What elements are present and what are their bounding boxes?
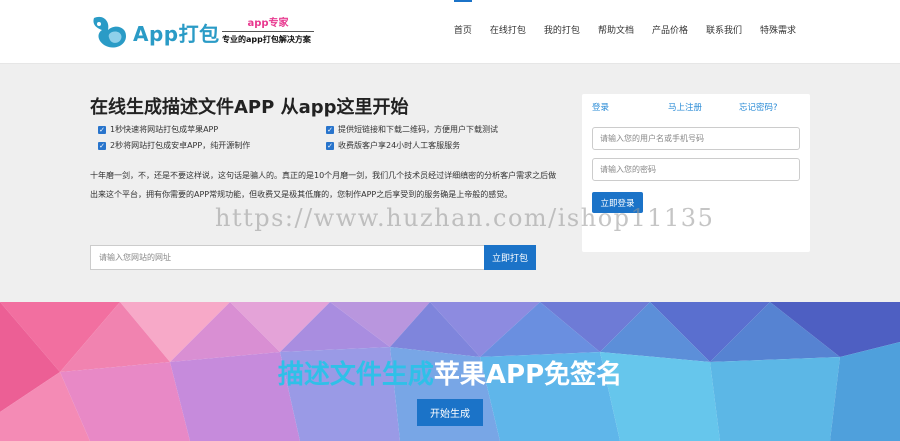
login-panel: 登录 马上注册 忘记密码? 立即登录 — [582, 94, 810, 252]
slogan-divider — [222, 31, 314, 32]
promo-banner: 描述文件生成苹果APP免签名 开始生成 — [0, 302, 900, 441]
nav-online-pack[interactable]: 在线打包 — [481, 0, 535, 63]
banner-title-rest: 苹果APP免签名 — [433, 360, 623, 390]
feature-item: ✓ 收费版客户享24小时人工客服服务 — [326, 140, 460, 151]
tab-register[interactable]: 马上注册 — [668, 101, 702, 113]
main-nav: 首页 在线打包 我的打包 帮助文档 产品价格 联系我们 特殊需求 — [445, 0, 805, 63]
feature-item: ✓ 提供短链接和下载二维码，方便用户下载测试 — [326, 124, 498, 135]
hero-description: 十年磨一剑，不，还是不要这样说，这句话是骗人的。真正的是10个月磨一剑，我们几个… — [90, 171, 557, 199]
checkbox-icon: ✓ — [326, 125, 334, 134]
feature-item: ✓ 2秒将网站打包成安卓APP，纯开源制作 — [98, 140, 250, 151]
nav-contact[interactable]: 联系我们 — [697, 0, 751, 63]
checkbox-icon: ✓ — [98, 125, 106, 134]
checkbox-icon: ✓ — [98, 141, 106, 150]
feature-text: 收费版客户享24小时人工客服服务 — [338, 141, 461, 150]
logo-text: App打包 — [133, 22, 220, 46]
nav-help-docs[interactable]: 帮助文档 — [589, 0, 643, 63]
feature-text: 2秒将网站打包成安卓APP，纯开源制作 — [110, 141, 251, 150]
pack-now-button[interactable]: 立即打包 — [484, 245, 536, 270]
tab-login[interactable]: 登录 — [592, 101, 609, 113]
checkbox-icon: ✓ — [326, 141, 334, 150]
logo-icon — [93, 16, 126, 48]
nav-pricing[interactable]: 产品价格 — [643, 0, 697, 63]
nav-my-packs[interactable]: 我的打包 — [535, 0, 589, 63]
site-header: App打包 app专家 专业的app打包解决方案 首页 在线打包 我的打包 帮助… — [0, 0, 900, 64]
password-input[interactable] — [592, 158, 800, 181]
slogan: app专家 专业的app打包解决方案 — [222, 18, 314, 45]
nav-home[interactable]: 首页 — [445, 0, 481, 63]
hero-title: 在线生成描述文件APP 从app这里开始 — [90, 97, 409, 118]
feature-item: ✓ 1秒快速将网站打包成苹果APP — [98, 124, 218, 135]
slogan-title: app专家 — [247, 18, 289, 29]
username-input[interactable] — [592, 127, 800, 150]
banner-title-highlight: 描述文件生成 — [277, 360, 434, 390]
hero-section: 在线生成描述文件APP 从app这里开始 ✓ 1秒快速将网站打包成苹果APP ✓… — [0, 64, 900, 302]
nav-special-requests[interactable]: 特殊需求 — [751, 0, 805, 63]
banner-title: 描述文件生成苹果APP免签名 — [0, 354, 900, 391]
slogan-subtitle: 专业的app打包解决方案 — [222, 35, 311, 44]
start-generate-button[interactable]: 开始生成 — [417, 399, 483, 426]
feature-text: 提供短链接和下载二维码，方便用户下载测试 — [338, 125, 498, 134]
feature-text: 1秒快速将网站打包成苹果APP — [110, 125, 219, 134]
login-button[interactable]: 立即登录 — [592, 192, 643, 213]
logo[interactable]: App打包 — [90, 10, 220, 54]
url-pack-form: 立即打包 — [90, 245, 536, 270]
website-url-input[interactable] — [90, 245, 484, 270]
tab-forgot-password[interactable]: 忘记密码? — [739, 101, 778, 113]
